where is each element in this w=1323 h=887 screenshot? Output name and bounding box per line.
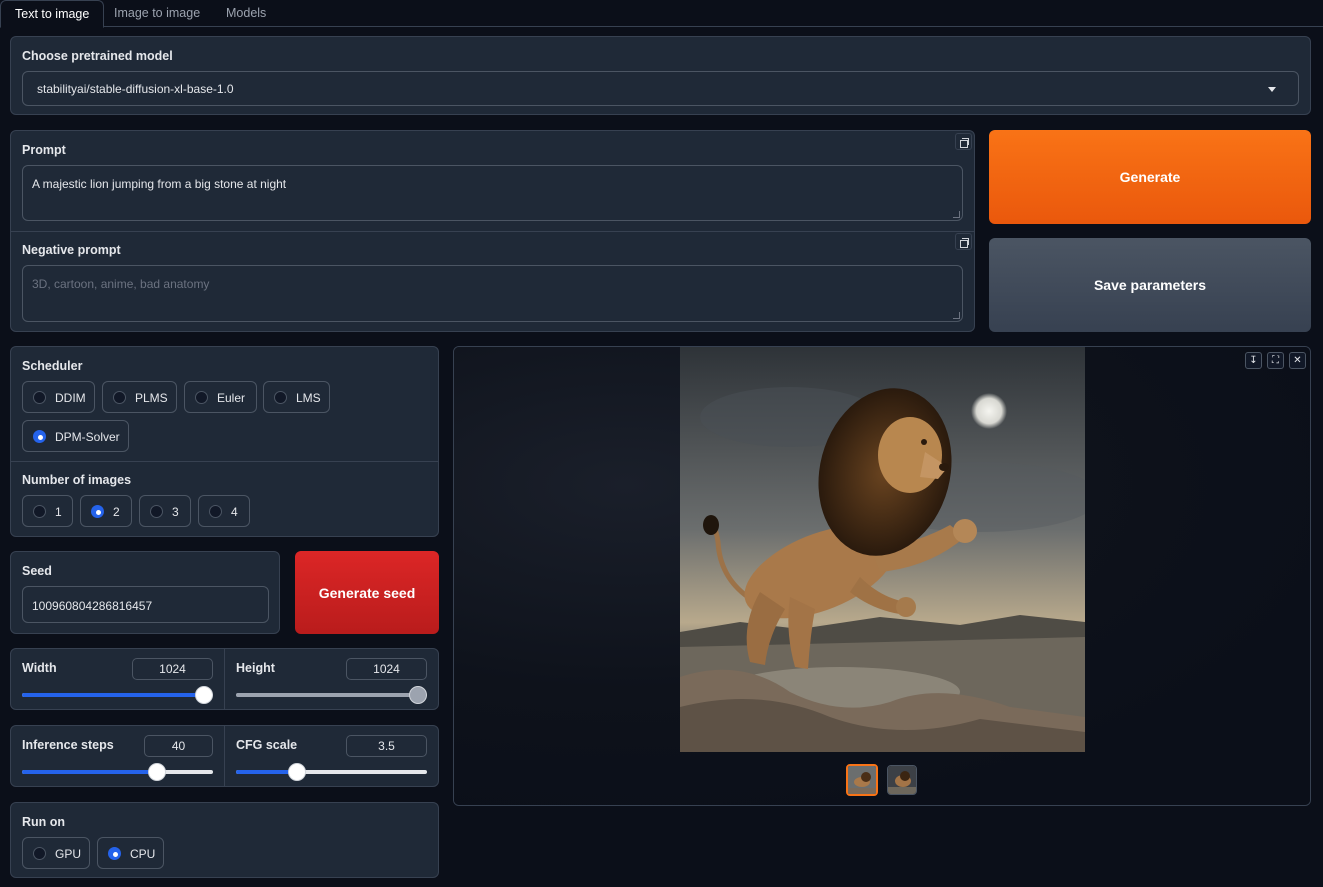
num-images-option-2[interactable]: 2 — [80, 495, 132, 527]
height-slider[interactable] — [236, 686, 427, 704]
resize-handle-icon[interactable] — [953, 211, 960, 218]
run-on-label: Run on — [22, 815, 66, 829]
cfg-scale-slider-handle[interactable] — [288, 763, 306, 781]
seed-input[interactable]: 100960804286816457 — [22, 586, 269, 623]
num-images-option-4[interactable]: 4 — [198, 495, 250, 527]
cfg-scale-slider[interactable] — [236, 763, 427, 781]
model-value: stabilityai/stable-diffusion-xl-base-1.0 — [37, 82, 234, 96]
option-label: DPM-Solver — [55, 430, 120, 444]
download-icon[interactable]: ↧ — [1245, 352, 1262, 369]
seed-panel: Seed 100960804286816457 — [10, 551, 280, 634]
height-number-input[interactable]: 1024 — [346, 658, 427, 680]
width-slider-handle[interactable] — [195, 686, 213, 704]
radio-icon — [33, 847, 46, 860]
radio-icon — [195, 391, 208, 404]
copy-negative-prompt-icon[interactable] — [955, 233, 972, 250]
radio-icon — [33, 430, 46, 443]
num-images-option-1[interactable]: 1 — [22, 495, 73, 527]
negative-prompt-placeholder: 3D, cartoon, anime, bad anatomy — [32, 277, 210, 291]
cfg-scale-label: CFG scale — [236, 738, 298, 752]
scheduler-option-lms[interactable]: LMS — [263, 381, 330, 413]
option-label: GPU — [55, 847, 82, 861]
radio-icon — [150, 505, 163, 518]
gallery-thumbnail-2[interactable] — [887, 765, 917, 795]
option-label: DDIM — [55, 391, 86, 405]
prompt-input[interactable]: A majestic lion jumping from a big stone… — [22, 165, 963, 221]
size-panel: Width 1024 Height 1024 — [10, 648, 439, 710]
model-panel: Choose pretrained model stabilityai/stab… — [10, 36, 1311, 115]
generate-seed-button[interactable]: Generate seed — [295, 551, 439, 634]
steps-panel: Inference steps 40 CFG scale 3.5 — [10, 725, 439, 787]
chevron-down-icon — [1268, 87, 1276, 92]
scheduler-option-plms[interactable]: PLMS — [102, 381, 177, 413]
radio-icon — [274, 391, 287, 404]
tab-bar: Text to image Image to image Models — [0, 0, 1323, 28]
gallery-thumbnail-1[interactable] — [846, 764, 878, 796]
scheduler-label: Scheduler — [22, 359, 83, 373]
radio-icon — [108, 847, 121, 860]
num-images-label: Number of images — [22, 473, 132, 487]
radio-icon — [113, 391, 126, 404]
tab-text-to-image[interactable]: Text to image — [0, 0, 105, 28]
prompt-divider — [11, 231, 974, 232]
cfg-scale-number-input[interactable]: 3.5 — [346, 735, 427, 757]
option-label: 1 — [55, 505, 62, 519]
model-dropdown[interactable]: stabilityai/stable-diffusion-xl-base-1.0 — [22, 71, 1299, 106]
steps-divider — [224, 726, 225, 786]
inference-steps-slider-fill — [22, 770, 157, 774]
option-label: 3 — [172, 505, 179, 519]
model-label: Choose pretrained model — [22, 49, 173, 63]
run-on-option-cpu[interactable]: CPU — [97, 837, 164, 869]
size-divider — [224, 649, 225, 709]
seed-label: Seed — [22, 564, 52, 578]
tab-image-to-image[interactable]: Image to image — [100, 0, 214, 27]
scheduler-panel: Scheduler DDIM PLMS Euler LMS DPM-Solver… — [10, 346, 439, 537]
fullscreen-icon[interactable]: ⛶ — [1267, 352, 1284, 369]
option-label: CPU — [130, 847, 156, 861]
thumbnail-image — [848, 766, 876, 794]
scheduler-option-euler[interactable]: Euler — [184, 381, 257, 413]
option-label: Euler — [217, 391, 246, 405]
radio-icon — [91, 505, 104, 518]
option-label: 2 — [113, 505, 120, 519]
height-label: Height — [236, 661, 275, 675]
height-slider-fill — [236, 693, 418, 697]
thumbnail-image — [888, 766, 916, 794]
run-on-panel: Run on GPU CPU — [10, 802, 439, 878]
scheduler-divider — [11, 461, 438, 462]
width-slider[interactable] — [22, 686, 213, 704]
option-label: PLMS — [135, 391, 168, 405]
generated-image-lion[interactable] — [680, 347, 1085, 752]
negative-prompt-label: Negative prompt — [22, 243, 121, 257]
negative-prompt-input[interactable]: 3D, cartoon, anime, bad anatomy — [22, 265, 963, 322]
width-number-input[interactable]: 1024 — [132, 658, 213, 680]
option-label: 4 — [231, 505, 238, 519]
inference-steps-number-input[interactable]: 40 — [144, 735, 213, 757]
option-label: LMS — [296, 391, 321, 405]
width-slider-fill — [22, 693, 204, 697]
height-slider-handle[interactable] — [409, 686, 427, 704]
prompt-value: A majestic lion jumping from a big stone… — [32, 177, 287, 191]
tab-models[interactable]: Models — [212, 0, 280, 27]
radio-icon — [209, 505, 222, 518]
num-images-option-3[interactable]: 3 — [139, 495, 191, 527]
image-gallery: ↧ ⛶ ✕ — [453, 346, 1311, 806]
run-on-option-gpu[interactable]: GPU — [22, 837, 90, 869]
width-label: Width — [22, 661, 57, 675]
radio-icon — [33, 505, 46, 518]
inference-steps-label: Inference steps — [22, 738, 114, 752]
scheduler-option-dpm-solver[interactable]: DPM-Solver — [22, 420, 129, 452]
seed-value: 100960804286816457 — [32, 599, 153, 613]
scheduler-option-ddim[interactable]: DDIM — [22, 381, 95, 413]
generate-button[interactable]: Generate — [989, 130, 1311, 224]
resize-handle-icon[interactable] — [953, 312, 960, 319]
save-parameters-button[interactable]: Save parameters — [989, 238, 1311, 332]
inference-steps-slider[interactable] — [22, 763, 213, 781]
radio-icon — [33, 391, 46, 404]
close-icon[interactable]: ✕ — [1289, 352, 1306, 369]
prompt-label: Prompt — [22, 143, 66, 157]
prompt-panel: Prompt A majestic lion jumping from a bi… — [10, 130, 975, 332]
copy-prompt-icon[interactable] — [955, 133, 972, 150]
inference-steps-slider-handle[interactable] — [148, 763, 166, 781]
